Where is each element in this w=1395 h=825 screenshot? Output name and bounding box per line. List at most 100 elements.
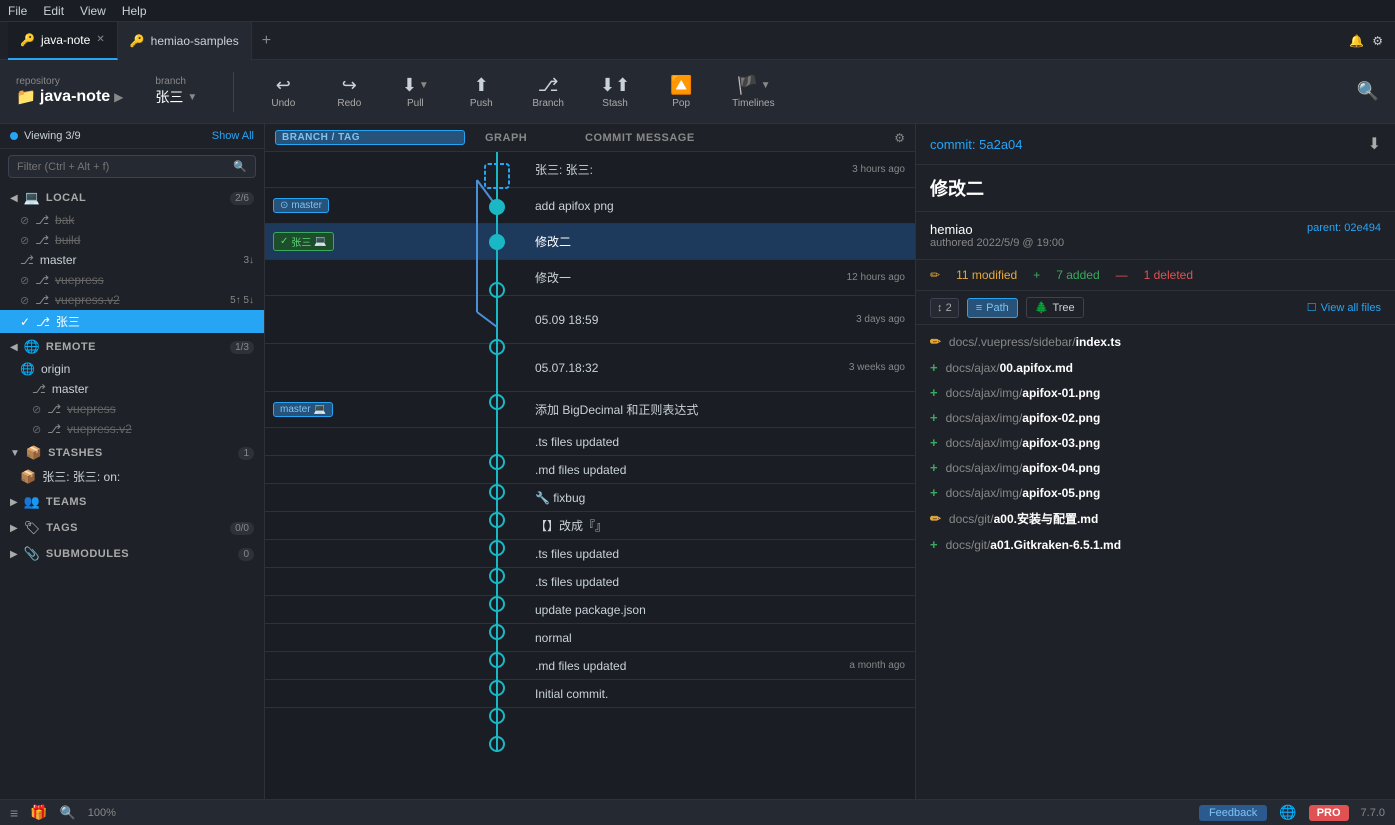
file-modified-icon-0: ✏	[930, 334, 941, 350]
commit-row-fixbug[interactable]: 🔧 fixbug	[265, 484, 915, 512]
branch-item-zhangsan[interactable]: ✓ ⎇ 张三	[0, 310, 264, 333]
menu-file[interactable]: File	[8, 4, 27, 18]
remote-item-origin[interactable]: 🌐 origin	[0, 359, 264, 379]
feedback-button[interactable]: Feedback	[1199, 805, 1267, 821]
file-item-4[interactable]: + docs/ajax/img/apifox-03.png	[916, 430, 1395, 455]
commit-row-0509[interactable]: 05.09 18:59 3 days ago	[265, 296, 915, 344]
tab-close-java-note[interactable]: ✕	[96, 34, 104, 45]
tags-section-header[interactable]: ▶ 🏷 TAGS 0/0	[0, 514, 264, 540]
timelines-dropdown-icon[interactable]: ▼	[761, 80, 771, 91]
branch-item-bak[interactable]: ⊘ ⎇ bak	[0, 210, 264, 230]
stash-item-zhangsan[interactable]: 📦 张三: 张三: on:	[0, 465, 264, 488]
detail-stats: ✏ 11 modified + 7 added — 1 deleted	[916, 260, 1395, 291]
settings-gear-icon[interactable]: ⚙	[894, 131, 905, 145]
commit-row-ts2[interactable]: .ts files updated	[265, 540, 915, 568]
remote-vuepress-label: vuepress	[67, 402, 116, 416]
viewing-dot	[10, 132, 18, 140]
status-list-icon[interactable]: ≡	[10, 805, 18, 821]
remote-item-vuepress[interactable]: ⊘ ⎇ vuepress	[0, 399, 264, 419]
file-path-text-2: docs/ajax/img/	[946, 386, 1023, 400]
timelines-button[interactable]: 🏴 ▼ Timelines	[722, 69, 784, 115]
branch-item-vuepress[interactable]: ⊘ ⎇ vuepress	[0, 270, 264, 290]
file-item-1[interactable]: + docs/ajax/00.apifox.md	[916, 355, 1395, 380]
teams-section-header[interactable]: ▶ 👥 TEAMS	[0, 488, 264, 514]
commit-row-md1[interactable]: .md files updated	[265, 456, 915, 484]
view-all-files-button[interactable]: ☐ View all files	[1307, 301, 1381, 314]
filter-input-wrapper[interactable]: 🔍	[8, 155, 256, 178]
tab-add-button[interactable]: +	[252, 32, 281, 50]
branch-button[interactable]: ⎇ Branch	[522, 69, 574, 115]
status-bar: ≡ 🎁 🔍 100% Feedback 🌐 PRO 7.7.0	[0, 799, 1395, 825]
redo-button[interactable]: ↪ Redo	[324, 69, 374, 115]
commit-row-xiugai1[interactable]: 修改一 12 hours ago	[265, 260, 915, 296]
commit-row-ts1[interactable]: .ts files updated	[265, 428, 915, 456]
file-item-8[interactable]: + docs/git/a01.Gitkraken-6.5.1.md	[916, 532, 1395, 557]
commit-row-normal[interactable]: normal	[265, 624, 915, 652]
filter-input[interactable]	[17, 161, 227, 173]
ts1-message: .ts files updated	[535, 435, 915, 449]
commit-row-pkg[interactable]: update package.json	[265, 596, 915, 624]
stashes-section-header[interactable]: ▼ 📦 STASHES 1	[0, 439, 264, 465]
sort-button[interactable]: ↕ 2	[930, 298, 959, 318]
commit-row-bigdecimal[interactable]: master 💻 添加 BigDecimal 和正则表达式	[265, 392, 915, 428]
view-all-label: View all files	[1321, 302, 1381, 314]
file-path-0: docs/.vuepress/sidebar/index.ts	[949, 335, 1121, 349]
branch-item-build[interactable]: ⊘ ⎇ build	[0, 230, 264, 250]
branch-item-master[interactable]: ⎇ master 3↓	[0, 250, 264, 270]
undo-button[interactable]: ↩ Undo	[258, 69, 308, 115]
teams-icon: 👥	[24, 494, 40, 510]
file-item-2[interactable]: + docs/ajax/img/apifox-01.png	[916, 380, 1395, 405]
file-path-8: docs/git/a01.Gitkraken-6.5.1.md	[946, 538, 1121, 552]
path-view-button[interactable]: ≡ Path	[967, 298, 1018, 318]
tab-hemiao-samples[interactable]: 🔑 hemiao-samples	[118, 22, 252, 60]
menu-view[interactable]: View	[80, 4, 106, 18]
commit-row-stash[interactable]: 张三: 张三: 3 hours ago	[265, 152, 915, 188]
file-added-icon-2: +	[930, 385, 938, 400]
file-path-text-7: docs/git/	[949, 512, 994, 526]
notification-icon[interactable]: 🔔	[1349, 34, 1364, 48]
file-item-3[interactable]: + docs/ajax/img/apifox-02.png	[916, 405, 1395, 430]
submodules-section-header[interactable]: ▶ 📎 SUBMODULES 0	[0, 540, 264, 566]
remote-item-vuepress-v2[interactable]: ⊘ ⎇ vuepress.v2	[0, 419, 264, 439]
file-item-7[interactable]: ✏ docs/git/a00.安装与配置.md	[916, 505, 1395, 532]
stash-button[interactable]: ⬇⬆ Stash	[590, 69, 640, 115]
md1-message: .md files updated	[535, 463, 915, 477]
remote-section-header[interactable]: ◀ 🌐 REMOTE 1/3	[0, 333, 264, 359]
file-item-6[interactable]: + docs/ajax/img/apifox-05.png	[916, 480, 1395, 505]
branch-dropdown-icon[interactable]: ▼	[187, 92, 197, 103]
commit-row-ts3[interactable]: .ts files updated	[265, 568, 915, 596]
commit-row-initial[interactable]: Initial commit.	[265, 680, 915, 708]
branch-item-vuepress-v2[interactable]: ⊘ ⎇ vuepress.v2 5↑ 5↓	[0, 290, 264, 310]
commit-row-master[interactable]: ⊙ master add apifox png	[265, 188, 915, 224]
menu-help[interactable]: Help	[122, 4, 147, 18]
download-icon[interactable]: ⬇	[1368, 134, 1381, 154]
tree-view-button[interactable]: 🌲 Tree	[1026, 297, 1084, 318]
commit-row-brackets[interactable]: 【】改成『』	[265, 512, 915, 540]
remote-item-master[interactable]: ⎇ master	[0, 379, 264, 399]
commit-row-zhangsan[interactable]: ✓ 张三 💻 修改二	[265, 224, 915, 260]
pull-icon: ⬇	[402, 75, 417, 96]
menu-edit[interactable]: Edit	[43, 4, 64, 18]
file-item-0[interactable]: ✏ docs/.vuepress/sidebar/index.ts	[916, 329, 1395, 355]
file-added-icon-5: +	[930, 460, 938, 475]
push-button[interactable]: ⬆ Push	[456, 69, 506, 115]
teams-title: TEAMS	[46, 496, 87, 508]
tab-java-note[interactable]: 🔑 java-note ✕	[8, 22, 118, 60]
local-section-header[interactable]: ◀ 💻 LOCAL 2/6	[0, 184, 264, 210]
detail-author-name: hemiao	[930, 222, 1064, 237]
status-globe-icon[interactable]: 🌐	[1279, 804, 1296, 821]
status-gift-icon[interactable]: 🎁	[30, 804, 47, 821]
remote-master-label: master	[52, 382, 89, 396]
pull-dropdown-icon[interactable]: ▼	[419, 80, 429, 91]
pull-label: Pull	[407, 98, 424, 109]
master-tag-label: master	[291, 200, 322, 211]
settings-icon[interactable]: ⚙	[1372, 34, 1383, 48]
file-item-5[interactable]: + docs/ajax/img/apifox-04.png	[916, 455, 1395, 480]
pull-button[interactable]: ⬇ ▼ Pull	[390, 69, 440, 115]
show-all-button[interactable]: Show All	[212, 130, 254, 142]
pop-button[interactable]: 🔼 Pop	[656, 69, 706, 115]
search-button[interactable]: 🔍	[1357, 81, 1379, 102]
commit-row-0507[interactable]: 05.07.18:32 3 weeks ago	[265, 344, 915, 392]
tags-count: 0/0	[230, 522, 254, 535]
commit-row-md2[interactable]: .md files updated a month ago	[265, 652, 915, 680]
